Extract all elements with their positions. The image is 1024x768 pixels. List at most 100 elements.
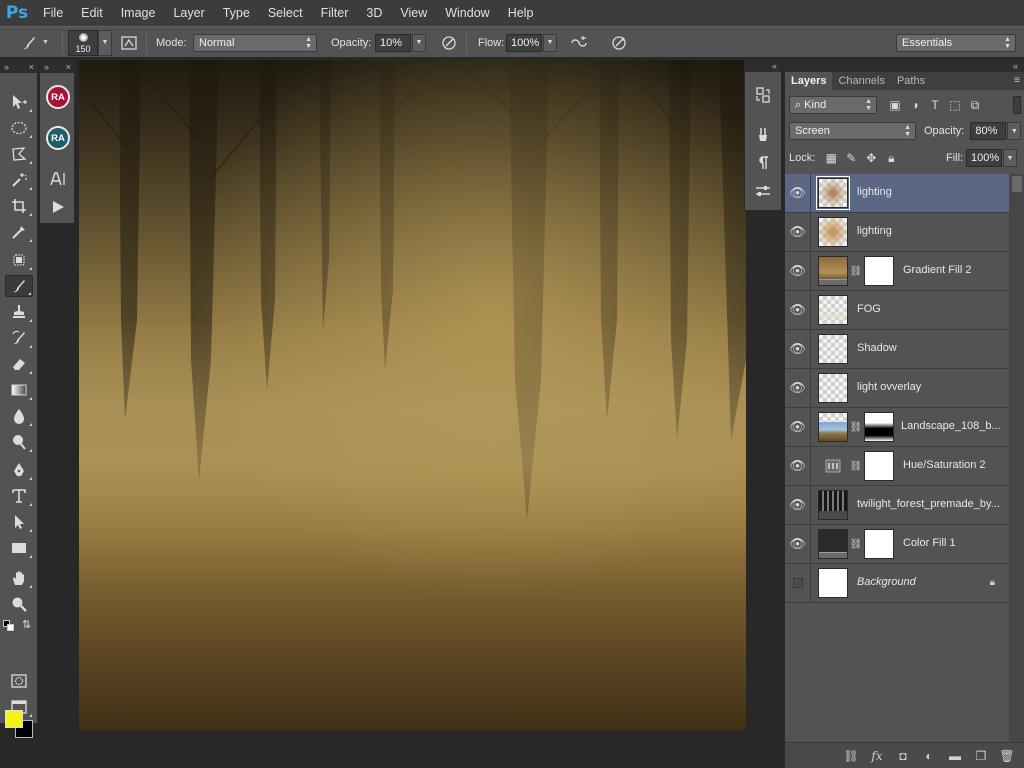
flow-input[interactable]: 100% xyxy=(506,33,542,52)
layer-style-fx-icon[interactable]: fx xyxy=(867,746,887,766)
tab-paths[interactable]: Paths xyxy=(891,72,931,90)
blend-mode-dropdown[interactable]: Screen ▲ ▼ xyxy=(789,122,916,140)
opacity-slider-toggle[interactable]: ▼ xyxy=(412,33,426,52)
layer-opacity-input[interactable]: 80% xyxy=(970,122,1007,140)
hand-tool-icon[interactable] xyxy=(5,567,33,589)
flow-slider-toggle[interactable]: ▼ xyxy=(543,33,557,52)
side-strip-header[interactable]: « xyxy=(744,60,781,72)
expand-panel-icon[interactable]: » xyxy=(4,62,9,72)
menu-select[interactable]: Select xyxy=(259,0,312,26)
collapse-panel-icon[interactable]: « xyxy=(1013,61,1018,71)
history-panel-icon[interactable] xyxy=(752,84,774,106)
paragraph-panel-icon[interactable] xyxy=(752,152,774,174)
tab-channels[interactable]: Channels xyxy=(832,72,890,90)
mask-link-icon[interactable]: ⛓︎ xyxy=(850,265,863,277)
character-panel-icon[interactable] xyxy=(48,169,68,189)
tool-preset-picker[interactable]: ▼ xyxy=(18,27,49,58)
move-tool-icon[interactable] xyxy=(5,91,33,113)
history-brush-tool-icon[interactable] xyxy=(5,327,33,349)
layer-row-light-overlay[interactable]: 👁︎ light ovverlay xyxy=(785,368,1009,408)
collapse-panel-icon[interactable]: » xyxy=(44,62,49,72)
clone-stamp-tool-icon[interactable] xyxy=(5,301,33,323)
mask-link-icon[interactable]: ⛓︎ xyxy=(850,421,863,433)
link-layers-icon[interactable]: ⛓︎ xyxy=(841,746,861,766)
brush-tool-icon[interactable] xyxy=(5,275,33,297)
zoom-tool-icon[interactable] xyxy=(5,593,33,615)
layers-scrollbar[interactable] xyxy=(1009,174,1024,764)
menu-3d[interactable]: 3D xyxy=(357,0,391,26)
close-panel-icon[interactable]: × xyxy=(29,62,34,72)
filter-shape-icon[interactable]: ⬚ xyxy=(945,96,965,114)
magic-wand-tool-icon[interactable] xyxy=(5,169,33,191)
close-panel-icon[interactable]: × xyxy=(66,62,71,72)
brush-presets-panel-icon[interactable] xyxy=(752,124,774,146)
marquee-tool-icon[interactable] xyxy=(5,117,33,139)
path-selection-tool-icon[interactable] xyxy=(5,511,33,533)
lock-all-icon[interactable]: 🔒︎ xyxy=(881,149,901,167)
healing-brush-tool-icon[interactable] xyxy=(5,249,33,271)
layer-row-background[interactable]: Background 🔒︎ xyxy=(785,563,1009,603)
filter-type-icon[interactable]: T xyxy=(925,96,945,114)
tab-layers[interactable]: Layers xyxy=(785,72,833,90)
filter-smart-object-icon[interactable]: ⧉ xyxy=(965,96,985,114)
layers-panel-header[interactable]: « xyxy=(784,60,1024,72)
visibility-eye-icon[interactable]: 👁︎ xyxy=(785,329,811,369)
mask-link-icon[interactable]: ⛓︎ xyxy=(850,538,863,550)
pressure-opacity-icon[interactable] xyxy=(438,32,460,54)
visibility-eye-icon[interactable]: 👁︎ xyxy=(785,368,811,408)
eyedropper-tool-icon[interactable] xyxy=(5,221,33,243)
filter-toggle-switch[interactable] xyxy=(1013,96,1021,114)
foreground-color-swatch[interactable] xyxy=(5,710,23,728)
menu-type[interactable]: Type xyxy=(214,0,259,26)
type-tool-icon[interactable] xyxy=(5,485,33,507)
menu-image[interactable]: Image xyxy=(112,0,165,26)
opacity-input[interactable]: 10% xyxy=(375,33,411,52)
lock-transparent-pixels-icon[interactable]: ▦ xyxy=(821,149,841,167)
rectangle-tool-icon[interactable] xyxy=(5,537,33,559)
gradient-tool-icon[interactable] xyxy=(5,379,33,401)
visibility-eye-icon[interactable]: 👁︎ xyxy=(785,485,811,525)
new-adjustment-layer-icon[interactable]: ◐ xyxy=(919,746,939,766)
workspace-dropdown[interactable]: Essentials ▲ ▼ xyxy=(896,33,1016,52)
layer-row-gradient-fill-2[interactable]: 👁︎ ⛓︎ Gradient Fill 2 xyxy=(785,251,1009,291)
eraser-tool-icon[interactable] xyxy=(5,353,33,375)
collapse-panel-icon[interactable]: « xyxy=(772,61,777,71)
styles-panel-header[interactable]: » × xyxy=(40,60,75,73)
menu-layer[interactable]: Layer xyxy=(164,0,213,26)
fill-slider-toggle[interactable]: ▼ xyxy=(1003,149,1017,167)
lasso-tool-icon[interactable] xyxy=(5,143,33,165)
layer-row-lighting-top[interactable]: 👁︎ lighting xyxy=(785,173,1009,213)
pressure-size-icon[interactable] xyxy=(608,32,630,54)
menu-edit[interactable]: Edit xyxy=(72,0,112,26)
fill-input[interactable]: 100% xyxy=(966,149,1002,167)
adjustments-panel-icon[interactable] xyxy=(752,180,774,202)
new-layer-icon[interactable]: ❐ xyxy=(971,746,991,766)
layer-row-hue-saturation-2[interactable]: 👁︎ ⛓︎ Hue/Saturation 2 xyxy=(785,446,1009,486)
document-canvas[interactable] xyxy=(79,60,746,730)
layer-row-landscape[interactable]: 👁︎ ⛓︎ Landscape_108_b... xyxy=(785,407,1009,447)
airbrush-icon[interactable] xyxy=(568,32,590,54)
layer-row-twilight-forest[interactable]: 👁︎ twilight_forest_premade_by... xyxy=(785,485,1009,525)
kind-filter-dropdown[interactable]: ⌕ Kind ▲ ▼ xyxy=(789,96,877,114)
menu-filter[interactable]: Filter xyxy=(312,0,358,26)
layer-opacity-slider-toggle[interactable]: ▼ xyxy=(1007,122,1022,140)
layer-row-lighting[interactable]: 👁︎ lighting xyxy=(785,212,1009,252)
mode-dropdown[interactable]: Normal ▲ ▼ xyxy=(193,33,317,52)
default-colors-icon[interactable] xyxy=(3,620,14,631)
menu-help[interactable]: Help xyxy=(499,0,543,26)
play-action-icon[interactable] xyxy=(48,197,68,217)
tools-panel-header[interactable]: » × xyxy=(0,60,38,73)
menu-view[interactable]: View xyxy=(391,0,436,26)
layer-row-fog[interactable]: 👁︎ FOG xyxy=(785,290,1009,330)
crop-tool-icon[interactable] xyxy=(5,195,33,217)
pen-tool-icon[interactable] xyxy=(5,459,33,481)
visibility-eye-icon[interactable]: 👁︎ xyxy=(785,251,811,291)
visibility-eye-icon[interactable]: 👁︎ xyxy=(785,524,811,564)
dodge-tool-icon[interactable] xyxy=(5,431,33,453)
visibility-eye-icon[interactable]: 👁︎ xyxy=(785,407,811,447)
brush-panel-toggle-icon[interactable] xyxy=(118,32,140,54)
scrollbar-thumb[interactable] xyxy=(1012,176,1022,192)
visibility-eye-icon[interactable]: 👁︎ xyxy=(785,173,811,213)
lock-position-icon[interactable]: ✥ xyxy=(861,149,881,167)
filter-pixel-icon[interactable]: ▣ xyxy=(885,96,905,114)
